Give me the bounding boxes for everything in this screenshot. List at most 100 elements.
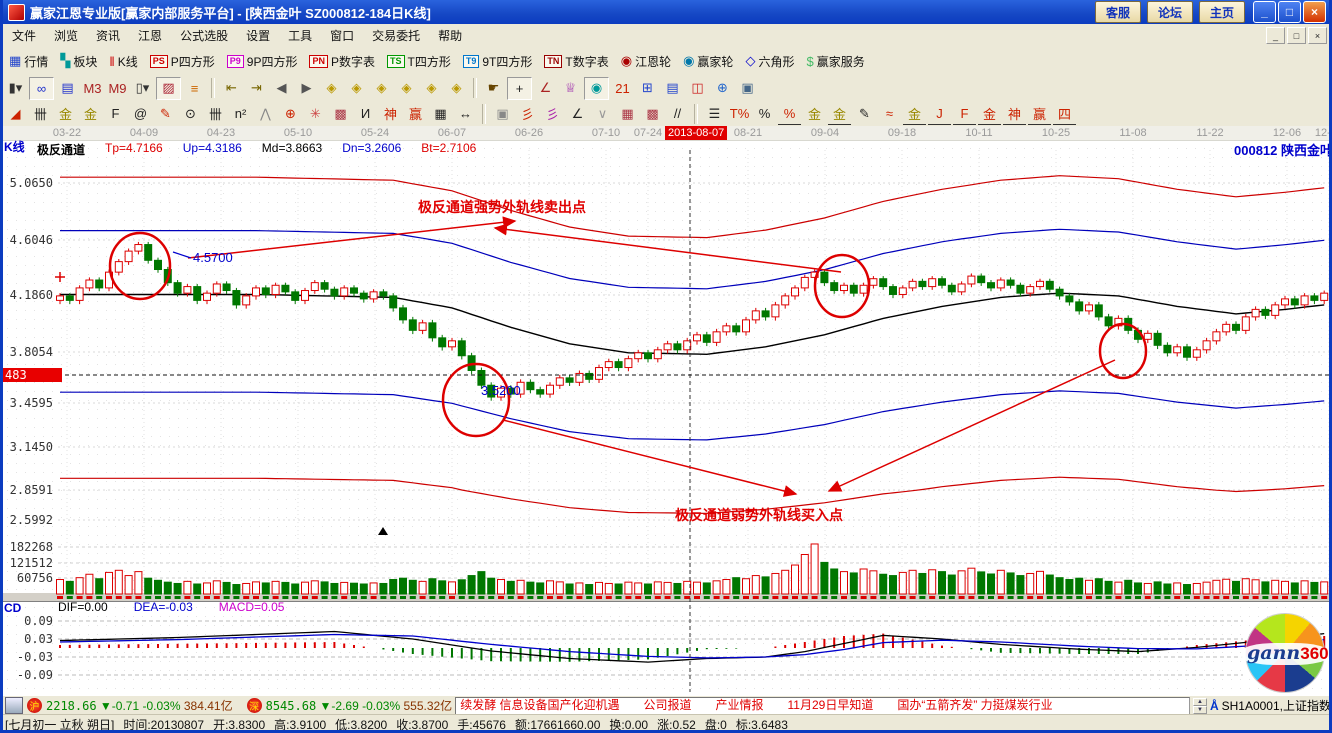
tool-shen-tool[interactable]: 神 — [379, 103, 402, 124]
toolbar-button-p-number-table[interactable]: PNP数字表 — [307, 49, 377, 73]
tool-spiral[interactable]: @ — [129, 103, 152, 124]
toolbar-button-sectors[interactable]: ▚板块 — [58, 49, 99, 73]
tool-gold-grid-2[interactable]: 金 — [79, 103, 102, 124]
tool-last-page[interactable]: ⇥ — [245, 78, 268, 99]
menu-item-4[interactable]: 公式选股 — [171, 25, 237, 46]
menu-item-2[interactable]: 资讯 — [87, 25, 129, 46]
toolbar-button-hexagon[interactable]: ◇六角形 — [743, 49, 796, 73]
tool-slant-lines[interactable]: // — [666, 103, 689, 124]
tool-web-grid[interactable]: ▩ — [329, 103, 352, 124]
tool-diamond-left[interactable]: ◈ — [320, 78, 343, 99]
tool-gold-angle[interactable]: 金 — [903, 103, 926, 125]
tool-diamond-h-compress[interactable]: ◈ — [395, 78, 418, 99]
menu-item-6[interactable]: 工具 — [279, 25, 321, 46]
menu-item-8[interactable]: 交易委托 — [363, 25, 429, 46]
tool-scale-list[interactable]: ☰ — [703, 103, 726, 124]
tool-shen-angle[interactable]: 神 — [1003, 103, 1026, 125]
tool-bars-3[interactable]: M3 — [81, 78, 104, 99]
tool-tick-ruler[interactable]: 卌 — [204, 103, 227, 124]
tool-diamond-expand-all[interactable]: ◈ — [420, 78, 443, 99]
tool-fan-lines-2[interactable]: 彡 — [541, 103, 564, 124]
tool-time-ruler[interactable]: 卌 — [29, 103, 52, 124]
menu-item-7[interactable]: 窗口 — [321, 25, 363, 46]
tool-calendar[interactable]: 21 — [611, 78, 634, 99]
mdi-minimize-button[interactable]: _ — [1266, 27, 1285, 44]
scroll-up-button[interactable]: ▲ — [1193, 698, 1207, 706]
restore-button[interactable]: □ — [1278, 1, 1301, 23]
menu-item-5[interactable]: 设置 — [237, 25, 279, 46]
tool-bars-9[interactable]: M9 — [106, 78, 129, 99]
tool-percent[interactable]: % — [753, 103, 776, 124]
tool-ying-tool[interactable]: 赢 — [404, 103, 427, 124]
tool-gold-lines[interactable]: 金 — [828, 103, 851, 125]
index-picker-icon[interactable]: Å — [1210, 699, 1219, 713]
menu-item-9[interactable]: 帮助 — [429, 25, 471, 46]
tool-fibonacci-ruler[interactable]: F — [104, 103, 127, 124]
tool-first-page[interactable]: ⇤ — [220, 78, 243, 99]
tool-target-cross[interactable]: ⊕ — [279, 103, 302, 124]
tool-crosshair-tool[interactable]: + — [507, 77, 532, 100]
tool-count-ruler[interactable]: ▦ — [429, 103, 452, 124]
tool-ying-angle[interactable]: 赢 — [1028, 103, 1051, 125]
tool-mirror-fold[interactable]: ⋀ — [254, 103, 277, 124]
tool-diamond-grid[interactable]: ◈ — [445, 78, 468, 99]
mdi-close-button[interactable]: × — [1308, 27, 1327, 44]
tool-percent-line[interactable]: % — [778, 103, 801, 125]
tool-fan-lines[interactable]: 彡 — [516, 103, 539, 124]
tool-angle-measure[interactable]: ∠ — [534, 78, 557, 99]
tool-grid-red-2[interactable]: ▩ — [641, 103, 664, 124]
tool-star-web[interactable]: ✳ — [304, 103, 327, 124]
menu-item-0[interactable]: 文件 — [3, 25, 45, 46]
tool-v-wave[interactable]: ∨ — [591, 103, 614, 124]
toolbar-button-9p-square[interactable]: P99P四方形 — [225, 49, 300, 73]
forum-button[interactable]: 论坛 — [1147, 1, 1193, 23]
tool-hand-tool[interactable]: ☛ — [482, 78, 505, 99]
quote-board-icon[interactable] — [5, 697, 23, 714]
tool-grid-red[interactable]: ▦ — [616, 103, 639, 124]
toolbar-button-kline[interactable]: ‖K线 — [107, 49, 139, 73]
tool-brain-tool[interactable]: ◉ — [584, 77, 609, 100]
tool-measure-pen[interactable]: ✎ — [154, 103, 177, 124]
tool-n-square[interactable]: n² — [229, 103, 252, 124]
tool-angle-up[interactable]: ∠ — [566, 103, 589, 124]
tool-prev-page[interactable]: ◀ — [270, 78, 293, 99]
tool-next-page[interactable]: ▶ — [295, 78, 318, 99]
tool-si-angle[interactable]: 四 — [1053, 103, 1076, 125]
tool-gold-grid-1[interactable]: 金 — [54, 103, 77, 124]
tool-computer[interactable]: ▣ — [736, 78, 759, 99]
tool-fractal-n[interactable]: И — [354, 103, 377, 124]
menu-item-1[interactable]: 浏览 — [45, 25, 87, 46]
tool-brush-note[interactable]: ✎ — [853, 103, 876, 124]
toolbar-button-winner-service[interactable]: $赢家服务 — [804, 49, 866, 73]
tool-candle-dropdown[interactable]: ▯▾ — [131, 78, 154, 99]
toolbar-button-t-number-table[interactable]: TNT数字表 — [542, 49, 610, 73]
tool-notebook[interactable]: ▤ — [661, 78, 684, 99]
homepage-button[interactable]: 主页 — [1199, 1, 1245, 23]
menu-item-3[interactable]: 江恩 — [129, 25, 171, 46]
tool-wave-tool[interactable]: ≈ — [878, 103, 901, 124]
tool-box-select[interactable]: ▣ — [491, 103, 514, 124]
mdi-restore-button[interactable]: □ — [1287, 27, 1306, 44]
tool-candle-style-dropdown[interactable]: ▮▾ — [4, 78, 27, 99]
tool-diamond-h-expand[interactable]: ◈ — [370, 78, 393, 99]
tool-diamond-right[interactable]: ◈ — [345, 78, 368, 99]
news-ticker[interactable]: 续发酵 信息设备国产化迎机遇 公司报道 产业情报 11月29日早知道 国办“五箭… — [455, 697, 1190, 715]
chart-canvas[interactable]: 03-2204-0904-2305-1005-2406-0706-2607-10… — [3, 126, 1332, 695]
tool-network[interactable]: ⊕ — [711, 78, 734, 99]
minimize-button[interactable]: _ — [1253, 1, 1276, 23]
tool-pattern-red[interactable]: ▨ — [156, 77, 181, 100]
tool-volume-profile[interactable]: ≡ — [183, 78, 206, 99]
customer-service-button[interactable]: 客服 — [1095, 1, 1141, 23]
tool-info-note[interactable]: ▤ — [56, 78, 79, 99]
tool-f-angle[interactable]: F — [953, 103, 976, 125]
tool-gann-wedge[interactable]: ◢ — [4, 103, 27, 124]
toolbar-button-9t-square[interactable]: T99T四方形 — [461, 49, 535, 73]
toolbar-button-winner-wheel[interactable]: ◉赢家轮 — [681, 49, 735, 73]
toolbar-button-p-square[interactable]: PSP四方形 — [148, 49, 217, 73]
tool-pattern-wave[interactable]: ∞ — [29, 77, 54, 100]
tool-gann-shape[interactable]: ♕ — [559, 78, 582, 99]
tool-save-disk[interactable]: ◫ — [686, 78, 709, 99]
tool-span-arrows[interactable]: ↔ — [454, 103, 477, 124]
tool-gold-circle[interactable]: 金 — [803, 103, 826, 124]
toolbar-button-gann-wheel[interactable]: ◉江恩轮 — [619, 49, 673, 73]
